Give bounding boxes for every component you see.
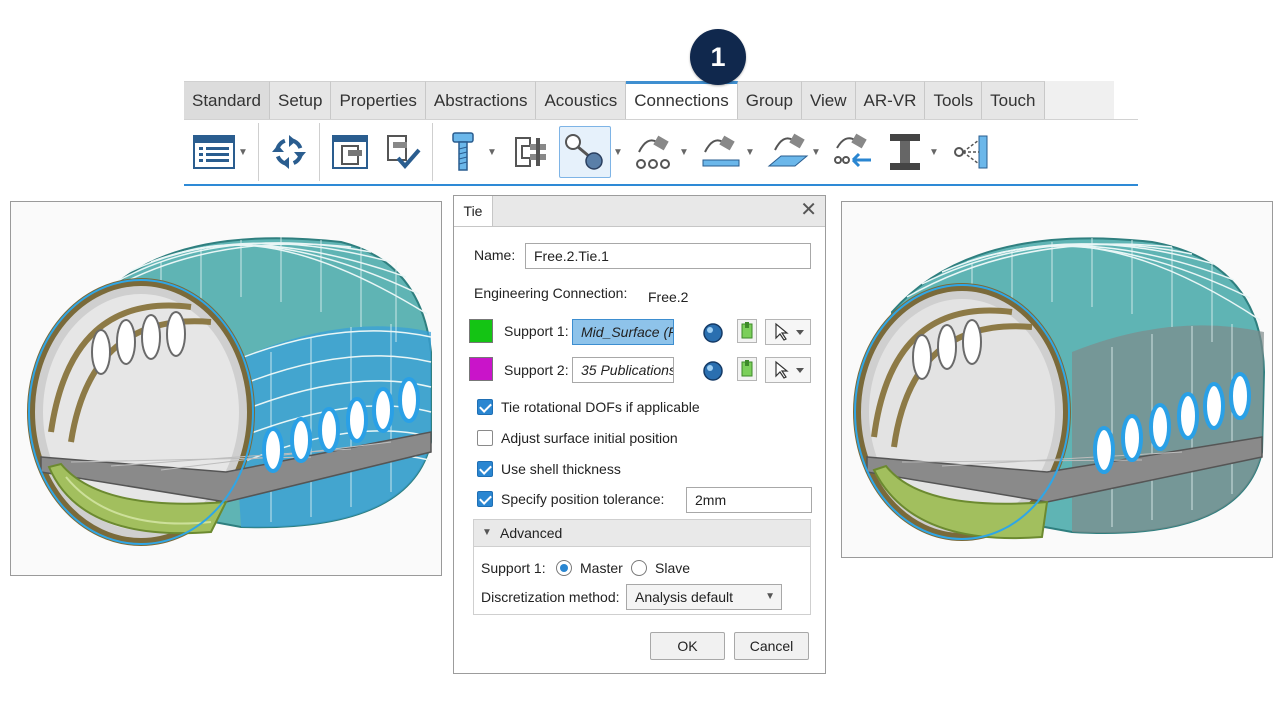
support2-field[interactable]: 35 Publications [572, 357, 674, 383]
discretization-select[interactable]: Analysis default ▼ [626, 584, 782, 610]
chevron-down-icon[interactable]: ▼ [611, 147, 625, 158]
master-radio[interactable] [556, 560, 572, 576]
chevron-down-icon[interactable]: ▼ [927, 147, 941, 158]
point-transfer-icon[interactable] [831, 130, 875, 174]
toolbar-separator [432, 123, 433, 181]
position-tolerance-checkbox[interactable] [477, 491, 493, 507]
list-table-icon[interactable] [192, 130, 236, 174]
tie-dialog: Tie ✕ Name: Free.2.Tie.1 Engineering Con… [453, 195, 826, 674]
shell-thickness-checkbox[interactable] [477, 461, 493, 477]
fuselage-model-before [27, 237, 432, 546]
slave-label: Slave [655, 560, 691, 576]
tab-properties[interactable]: Properties [331, 81, 426, 119]
chevron-down-icon[interactable]: ▼ [677, 147, 691, 158]
tab-acoustics[interactable]: Acoustics [536, 81, 627, 119]
advanced-section: ▼ Advanced Support 1: Master Slave Discr… [473, 519, 811, 615]
chevron-down-icon[interactable]: ▼ [809, 147, 823, 158]
beam-i-icon[interactable] [883, 130, 927, 174]
support2-anchor-icon[interactable] [737, 357, 757, 381]
tab-touch[interactable]: Touch [982, 81, 1045, 119]
tab-standard[interactable]: Standard [184, 81, 270, 119]
master-label: Master [580, 560, 623, 576]
discretization-label: Discretization method: [481, 589, 620, 605]
close-icon[interactable]: ✕ [800, 199, 817, 221]
shell-thickness-label: Use shell thickness [501, 461, 621, 477]
ribbon-tab-row: Standard Setup Properties Abstractions A… [184, 81, 1114, 119]
tab-connections[interactable]: Connections [626, 81, 738, 119]
discretization-value: Analysis default [635, 589, 734, 605]
ribbon: Standard Setup Properties Abstractions A… [184, 81, 1138, 186]
position-tolerance-label: Specify position tolerance: [501, 491, 665, 507]
check-connection-icon[interactable] [380, 130, 424, 174]
bolt-icon[interactable] [441, 130, 485, 174]
cancel-button[interactable]: Cancel [734, 632, 809, 660]
tab-tools[interactable]: Tools [925, 81, 983, 119]
engineering-connection-icon[interactable] [328, 130, 372, 174]
name-label: Name: [474, 247, 516, 263]
advanced-title: Advanced [500, 525, 563, 541]
tab-setup[interactable]: Setup [270, 81, 332, 119]
chevron-down-icon: ▼ [765, 591, 775, 602]
multi-point-connection-icon[interactable] [633, 130, 677, 174]
refresh-cycle-icon[interactable] [267, 130, 311, 174]
support1-select-mode-button[interactable] [765, 319, 811, 345]
toolbar-separator [258, 123, 259, 181]
engineering-connection-value: Free.2 [648, 289, 689, 305]
support2-label: Support 2: [504, 362, 569, 378]
tolerance-input[interactable]: 2mm [686, 487, 812, 513]
support1-label: Support 1: [504, 323, 569, 339]
clamp-icon[interactable] [507, 130, 551, 174]
chevron-down-icon[interactable]: ▼ [743, 147, 757, 158]
tab-abstractions[interactable]: Abstractions [425, 81, 537, 119]
toolbar-separator [319, 123, 320, 181]
support1-pick-icon[interactable] [702, 321, 724, 343]
support1-field[interactable]: Mid_Surface (Publication [572, 319, 674, 345]
slave-radio[interactable] [631, 560, 647, 576]
support2-color-swatch[interactable] [469, 357, 493, 381]
support1-anchor-icon[interactable] [737, 319, 757, 343]
tab-view[interactable]: View [801, 81, 856, 119]
advanced-header[interactable]: ▼ Advanced [474, 520, 810, 547]
support2-pick-icon[interactable] [702, 359, 724, 381]
ok-button[interactable]: OK [650, 632, 725, 660]
tie-rotational-label: Tie rotational DOFs if applicable [501, 399, 700, 415]
distributed-coupling-icon[interactable] [949, 130, 993, 174]
engineering-connection-label: Engineering Connection: [474, 285, 628, 301]
surface-connection-icon[interactable] [765, 130, 809, 174]
fuselage-view-before[interactable] [10, 201, 442, 576]
dialog-header: Tie ✕ [454, 196, 825, 227]
name-input[interactable]: Free.2.Tie.1 [525, 243, 811, 269]
adjust-surface-checkbox[interactable] [477, 430, 493, 446]
tie-connection-icon[interactable] [559, 126, 611, 178]
fuselage-model-after [853, 237, 1266, 541]
triangle-down-icon: ▼ [482, 527, 492, 538]
callout-badge-1: 1 [690, 29, 746, 85]
line-connection-icon[interactable] [699, 130, 743, 174]
fuselage-view-after[interactable] [841, 201, 1273, 558]
dialog-title-tab: Tie [454, 196, 493, 226]
advanced-support1-label: Support 1: [481, 560, 546, 576]
chevron-down-icon[interactable]: ▼ [485, 147, 499, 158]
support2-select-mode-button[interactable] [765, 357, 811, 383]
tab-group[interactable]: Group [737, 81, 802, 119]
tie-rotational-checkbox[interactable] [477, 399, 493, 415]
tab-ar-vr[interactable]: AR-VR [855, 81, 926, 119]
chevron-down-icon[interactable]: ▼ [236, 147, 250, 158]
adjust-surface-label: Adjust surface initial position [501, 430, 678, 446]
support1-color-swatch[interactable] [469, 319, 493, 343]
ribbon-toolbar: ▼ ▼ ▼ ▼ ▼ ▼ ▼ [184, 119, 1138, 186]
